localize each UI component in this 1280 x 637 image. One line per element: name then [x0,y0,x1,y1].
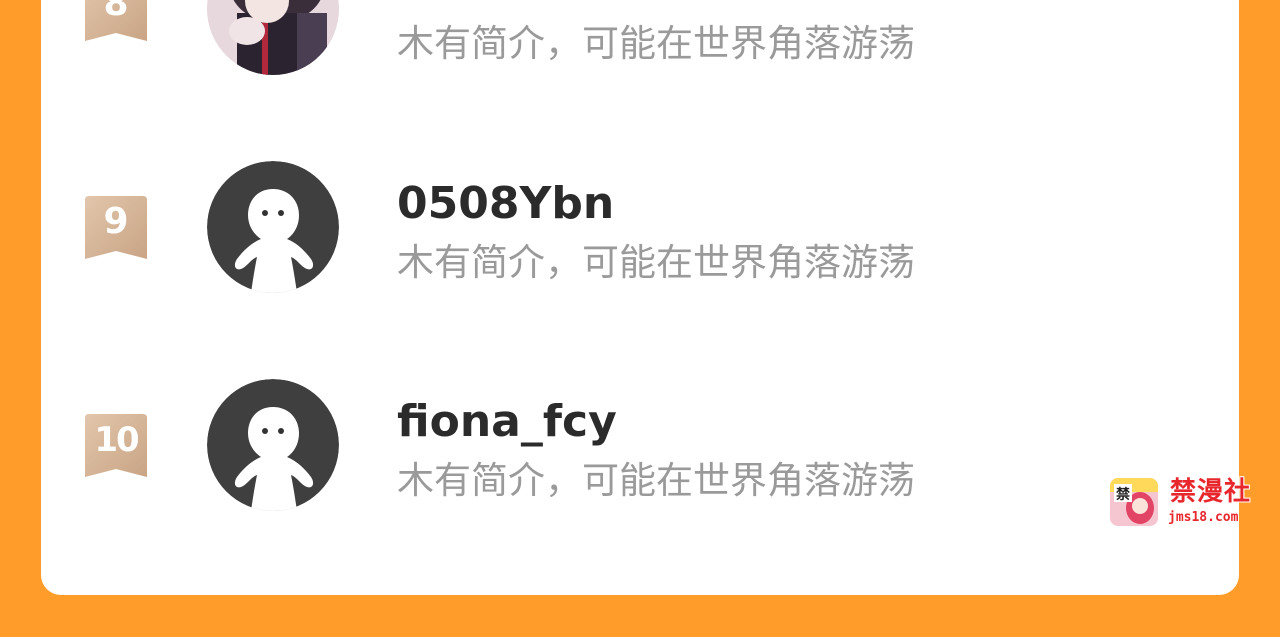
list-item[interactable]: 9 0508Ybn 木有简介，可能在世界角落游荡 [41,160,1239,310]
list-item[interactable]: 10 fiona_fcy 木有简介，可能在世界角落游荡 [41,378,1239,528]
ranking-card: 8 木有简介，可能在世界角落游荡 9 0508Ybn 木有简介，可能在世界角落游… [41,0,1239,595]
app-logo-icon: 禁 [1108,476,1160,528]
list-item[interactable]: 8 木有简介，可能在世界角落游荡 [41,0,1239,110]
rank-number: 10 [94,420,139,460]
watermark-url: jms18.com [1168,510,1239,525]
user-bio: 木有简介，可能在世界角落游荡 [397,241,915,284]
avatar[interactable] [207,161,339,293]
default-avatar-icon [207,161,339,293]
default-avatar-icon [207,379,339,511]
svg-text:禁: 禁 [1116,486,1130,503]
user-photo-icon [207,0,339,75]
user-bio: 木有简介，可能在世界角落游荡 [397,22,915,65]
username[interactable]: fiona_fcy [397,396,617,448]
watermark-title: 禁漫社 [1170,477,1252,507]
user-bio: 木有简介，可能在世界角落游荡 [397,459,915,502]
rank-badge: 10 [85,414,147,477]
rank-badge: 9 [85,196,147,259]
rank-number: 9 [103,201,129,242]
watermark: 禁 禁漫社 jms18.com [1108,474,1258,530]
rank-number: 8 [103,0,129,24]
username[interactable]: 0508Ybn [397,178,614,230]
rank-badge: 8 [85,0,147,41]
avatar[interactable] [207,0,339,75]
avatar[interactable] [207,379,339,511]
